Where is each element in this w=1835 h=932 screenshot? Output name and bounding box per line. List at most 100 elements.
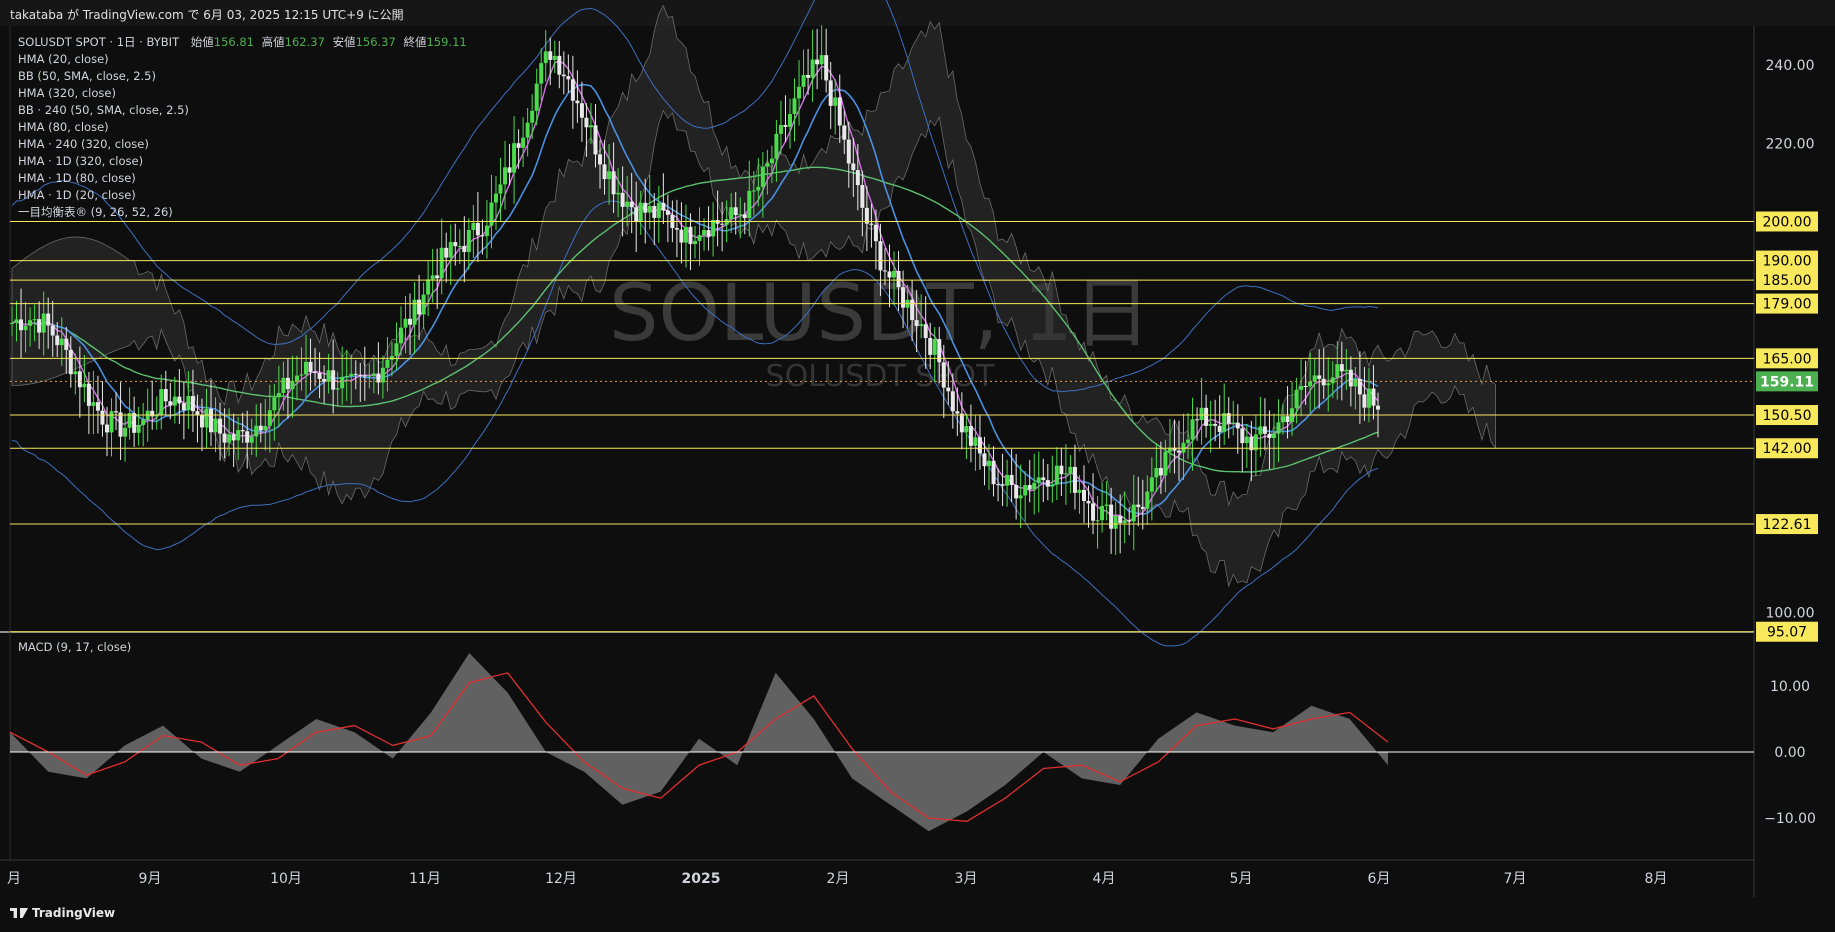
level-label: 179.00: [1763, 297, 1812, 313]
candle-body: [1181, 442, 1186, 453]
candle-body: [1077, 489, 1082, 493]
candle-body: [1127, 520, 1132, 522]
candle-body: [892, 270, 897, 278]
candle-body: [1213, 423, 1218, 426]
tradingview-mark-icon: [10, 908, 28, 918]
tradingview-logo[interactable]: TradingView: [10, 906, 115, 920]
candle-body: [294, 375, 299, 382]
time-axis-label: 12月: [545, 871, 577, 887]
candle-body: [1276, 422, 1281, 434]
level-label: 122.61: [1763, 517, 1812, 533]
candle-body: [308, 361, 313, 373]
candle-body: [380, 367, 385, 383]
candle-body: [968, 426, 973, 446]
candle-body: [23, 325, 28, 331]
candle-body: [317, 372, 322, 379]
candle-body: [860, 185, 865, 208]
candle-body: [489, 202, 494, 226]
candle-body: [738, 214, 743, 216]
candle-body: [1072, 466, 1077, 493]
candle-body: [769, 158, 774, 164]
candle-body: [810, 59, 815, 78]
candle-body: [1041, 477, 1046, 481]
candle-body: [765, 163, 770, 167]
candle-body: [842, 125, 847, 140]
ohlc-close-value: 159.11: [426, 35, 467, 49]
indicator-hma-1d-320[interactable]: HMA · 1D (320, close): [18, 153, 467, 170]
candle-body: [828, 80, 833, 106]
candle-body: [932, 339, 937, 355]
candle-body: [59, 338, 64, 346]
indicator-bb[interactable]: BB (50, SMA, close, 2.5): [18, 68, 467, 85]
candle-body: [1285, 416, 1290, 422]
candle-body: [1294, 389, 1299, 409]
candle-body: [1299, 386, 1304, 390]
candle-body: [507, 167, 512, 173]
candle-body: [991, 460, 996, 485]
indicator-hma20[interactable]: HMA (20, close): [18, 51, 467, 68]
time-axis-label: 9月: [139, 871, 162, 887]
indicator-hma80[interactable]: HMA (80, close): [18, 119, 467, 136]
time-axis-label: 2025: [682, 871, 721, 887]
candle-body: [1068, 466, 1073, 474]
indicator-hma-1d-20[interactable]: HMA · 1D (20, close): [18, 187, 467, 204]
candle-body: [1014, 485, 1019, 499]
candle-body: [525, 122, 530, 138]
candle-body: [530, 110, 535, 123]
candle-body: [64, 338, 69, 350]
candle-body: [353, 373, 358, 375]
ohlc-low-value: 156.37: [355, 35, 396, 49]
candle-body: [1145, 491, 1150, 509]
candle-body: [258, 425, 263, 431]
candle-body: [199, 415, 204, 428]
candle-body: [557, 55, 562, 75]
candle-body: [1195, 419, 1200, 421]
symbol-line[interactable]: SOLUSDT SPOT · 1日 · BYBIT 始値156.81 高値162…: [18, 34, 467, 51]
level-label: 200.00: [1763, 214, 1812, 230]
ohlc-open-value: 156.81: [213, 35, 254, 49]
candle-body: [421, 294, 426, 315]
candle-body: [1186, 439, 1191, 443]
candle-body: [159, 389, 164, 415]
candle-body: [453, 242, 458, 247]
candle-body: [394, 343, 399, 357]
indicator-hma-240-320[interactable]: HMA · 240 (320, close): [18, 136, 467, 153]
candle-body: [109, 411, 114, 433]
candle-body: [643, 202, 648, 213]
candle-body: [86, 383, 91, 406]
candle-body: [964, 426, 969, 433]
indicator-hma-1d-80[interactable]: HMA · 1D (80, close): [18, 170, 467, 187]
candle-body: [245, 431, 250, 443]
candle-body: [213, 418, 218, 433]
footer-bar: [0, 897, 1835, 932]
candle-body: [987, 460, 992, 467]
candle-body: [448, 242, 453, 258]
candle-body: [1023, 485, 1028, 496]
candle-body: [598, 154, 603, 165]
candle-body: [1027, 485, 1032, 490]
candle-body: [177, 396, 182, 404]
candle-body: [593, 125, 598, 155]
candle-body: [331, 370, 336, 390]
candle-body: [435, 275, 440, 279]
time-axis-label: 10月: [270, 871, 302, 887]
candle-body: [946, 387, 951, 392]
candle-body: [118, 412, 123, 437]
candle-body: [561, 74, 566, 77]
candle-body: [55, 335, 60, 346]
candle-body: [706, 230, 711, 237]
candle-body: [281, 377, 286, 393]
time-axis-label: 6月: [1368, 871, 1391, 887]
candle-body: [720, 223, 725, 225]
indicator-hma320[interactable]: HMA (320, close): [18, 85, 467, 102]
candle-body: [896, 270, 901, 288]
indicator-bb-240[interactable]: BB · 240 (50, SMA, close, 2.5): [18, 102, 467, 119]
candle-body: [1032, 482, 1037, 490]
indicator-ichimoku[interactable]: 一目均衡表® (9, 26, 52, 26): [18, 204, 467, 221]
candle-body: [1240, 428, 1245, 444]
macd-legend[interactable]: MACD (9, 17, close): [18, 640, 131, 654]
candle-body: [1222, 413, 1227, 432]
candle-body: [693, 240, 697, 245]
candle-body: [95, 402, 100, 411]
candle-body: [982, 453, 987, 467]
